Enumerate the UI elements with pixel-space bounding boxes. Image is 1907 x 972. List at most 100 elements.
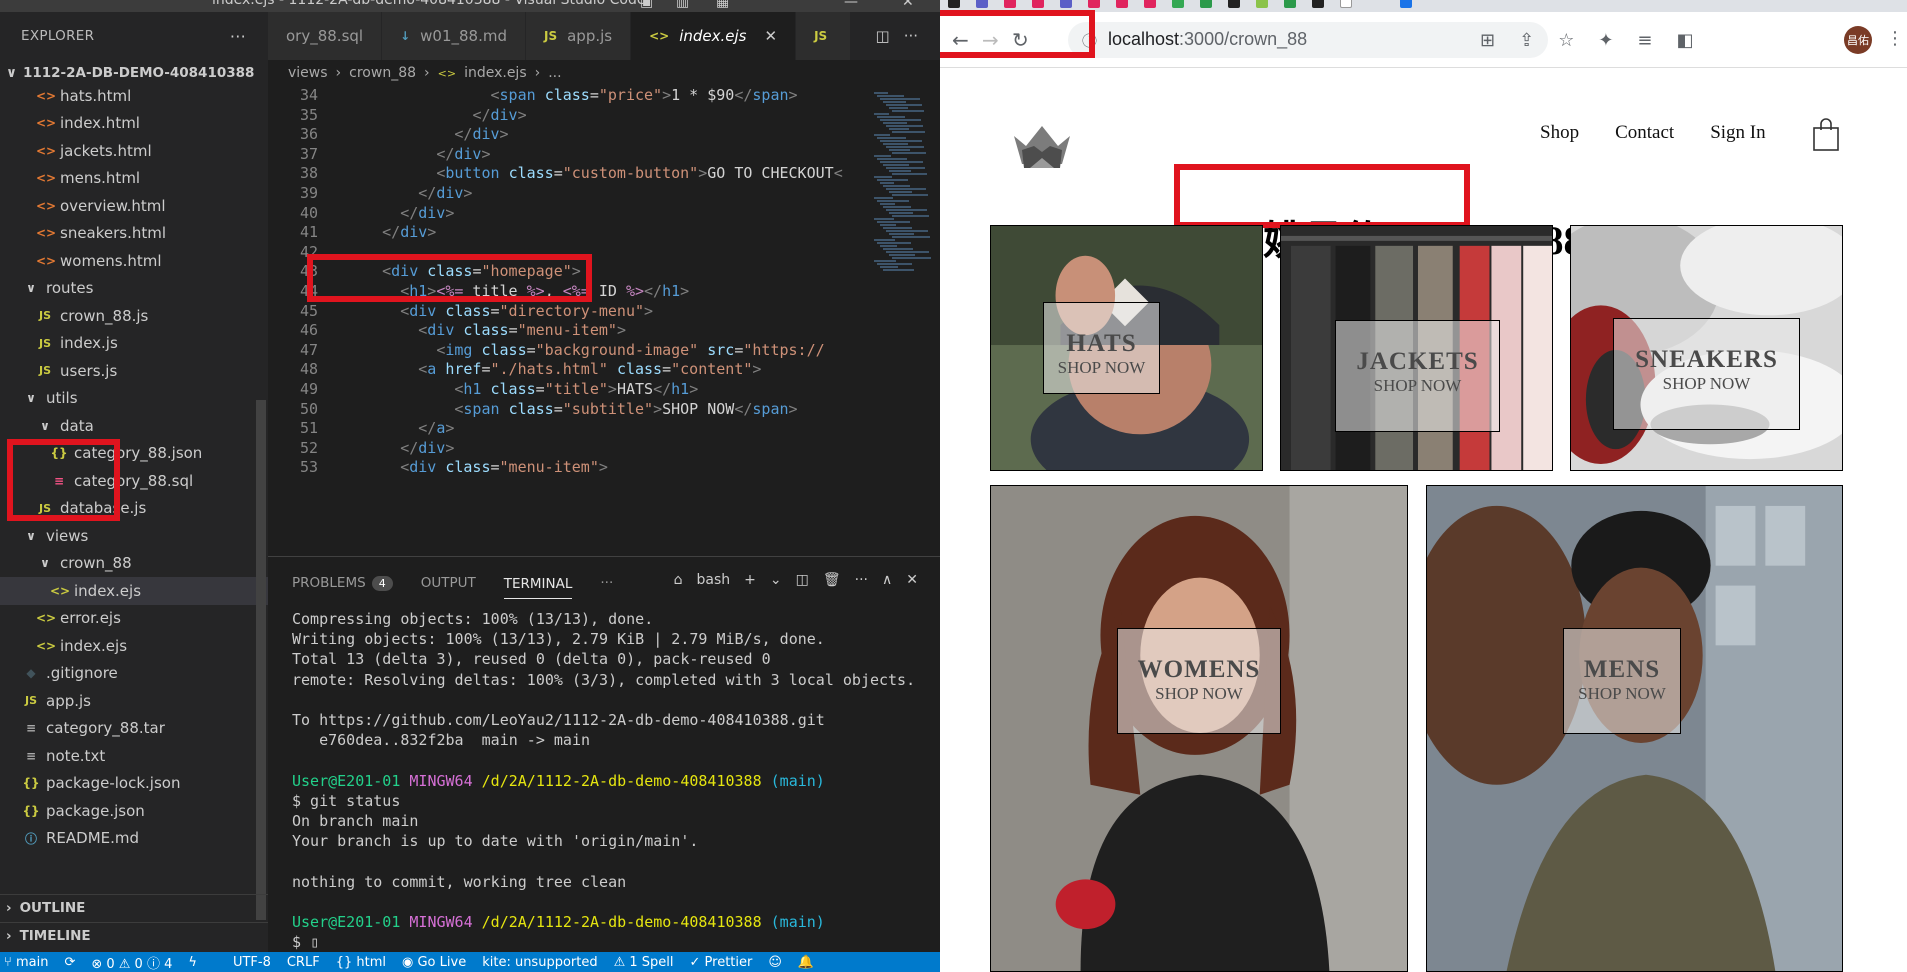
- sneakers-content[interactable]: SNEAKERS SHOP NOW: [1613, 318, 1800, 430]
- chevron-down-icon[interactable]: ⌄: [770, 572, 782, 588]
- url-text[interactable]: localhost:3000/crown_88: [1108, 29, 1307, 50]
- menu-item-hats[interactable]: HATS SHOP NOW: [990, 225, 1263, 471]
- kite-status[interactable]: kite: unsupported: [482, 955, 597, 970]
- tree-file[interactable]: ⓘ README.md: [0, 825, 268, 853]
- tree-file[interactable]: <> index.html: [0, 110, 268, 138]
- tab-favicon-w-icon[interactable]: [1200, 0, 1212, 8]
- address-bar[interactable]: ⓘ localhost:3000/crown_88: [1068, 22, 1548, 58]
- tree-file[interactable]: <> error.ejs: [0, 605, 268, 633]
- tree-file[interactable]: <> index.ejs: [0, 632, 268, 660]
- trash-icon[interactable]: 🗑: [823, 572, 841, 588]
- terminal-output[interactable]: Compressing objects: 100% (13/13), done.…: [292, 609, 932, 952]
- feedback-icon[interactable]: ☺: [768, 955, 782, 970]
- tree-file[interactable]: ◆ .gitignore: [0, 660, 268, 688]
- tab-favicon-github-icon[interactable]: [948, 0, 960, 8]
- sync-icon[interactable]: ⟳: [64, 955, 75, 970]
- close-icon[interactable]: ✕: [902, 0, 914, 10]
- breadcrumb-item[interactable]: index.ejs: [464, 65, 527, 81]
- tree-file[interactable]: <> index.ejs: [0, 577, 268, 605]
- golive-status[interactable]: ◉ Go Live: [402, 955, 466, 970]
- menu-item-mens[interactable]: MENS SHOP NOW: [1426, 485, 1843, 972]
- tree-file[interactable]: <> mens.html: [0, 165, 268, 193]
- reading-list-icon[interactable]: ≡: [1637, 30, 1652, 51]
- tab-favicon-icon[interactable]: [1400, 0, 1412, 8]
- bell-icon[interactable]: 🔔: [798, 955, 814, 970]
- tree-folder[interactable]: ∨ crown_88: [0, 550, 268, 578]
- shell-name[interactable]: bash: [697, 572, 731, 588]
- editor-tab[interactable]: <> index.ejs ✕: [631, 12, 797, 60]
- breadcrumb-item[interactable]: ...: [548, 65, 561, 81]
- nav-contact-link[interactable]: Contact: [1615, 122, 1674, 144]
- tab-favicon-icon[interactable]: [1284, 0, 1296, 8]
- spell-status[interactable]: ⚠ 1 Spell: [614, 955, 674, 970]
- problems-status[interactable]: ⊗ 0 ⚠ 0 ⓘ 4: [91, 953, 172, 972]
- share-icon[interactable]: ⇪: [1519, 30, 1534, 51]
- sidebar-scrollbar[interactable]: [256, 400, 266, 920]
- breadcrumb-item[interactable]: crown_88: [349, 65, 416, 81]
- editor-tab[interactable]: ory_88.sql: [268, 12, 383, 60]
- tab-favicon-teams-icon[interactable]: [1060, 0, 1072, 8]
- layout-icon[interactable]: ▣: [640, 0, 653, 10]
- tree-file[interactable]: <> sneakers.html: [0, 220, 268, 248]
- menu-icon[interactable]: ⋮: [1886, 28, 1904, 49]
- avatar[interactable]: 昌佑: [1844, 26, 1872, 54]
- tab-favicon-icon[interactable]: [1088, 0, 1100, 8]
- mens-content[interactable]: MENS SHOP NOW: [1563, 628, 1681, 734]
- tree-folder[interactable]: ∨ routes: [0, 275, 268, 303]
- tree-file[interactable]: JS crown_88.js: [0, 302, 268, 330]
- branch-status[interactable]: ⑂ main: [4, 955, 48, 970]
- close-tab-icon[interactable]: ✕: [765, 27, 778, 45]
- more-actions-icon[interactable]: ···: [904, 27, 918, 45]
- new-terminal-icon[interactable]: +: [744, 572, 756, 588]
- more-actions-icon[interactable]: ···: [855, 572, 868, 588]
- timeline-section[interactable]: › TIMELINE: [0, 922, 268, 949]
- tree-folder[interactable]: ∨ views: [0, 522, 268, 550]
- prettier-status[interactable]: ✓ Prettier: [690, 955, 753, 970]
- layout-split-icon[interactable]: ▦: [716, 0, 729, 10]
- minimap[interactable]: [866, 86, 940, 556]
- translate-icon[interactable]: ⊞: [1480, 30, 1495, 51]
- tree-file[interactable]: <> overview.html: [0, 192, 268, 220]
- menu-item-womens[interactable]: WOMENS SHOP NOW: [990, 485, 1408, 972]
- jackets-content[interactable]: JACKETS SHOP NOW: [1335, 320, 1500, 432]
- menu-item-jackets[interactable]: JACKETS SHOP NOW: [1280, 225, 1553, 471]
- tree-file[interactable]: <> womens.html: [0, 247, 268, 275]
- minimize-icon[interactable]: —: [844, 0, 858, 10]
- tab-favicon-icon[interactable]: [1256, 0, 1268, 8]
- tree-file[interactable]: JS index.js: [0, 330, 268, 358]
- tree-file[interactable]: <> jackets.html: [0, 137, 268, 165]
- encoding-status[interactable]: UTF-8: [233, 955, 271, 970]
- tab-favicon-icon[interactable]: [1340, 0, 1352, 8]
- editor-tab[interactable]: JS: [796, 12, 857, 60]
- eol-status[interactable]: CRLF: [287, 955, 320, 970]
- side-panel-icon[interactable]: ◧: [1677, 30, 1694, 51]
- close-panel-icon[interactable]: ✕: [906, 572, 918, 588]
- outline-section[interactable]: › OUTLINE: [0, 894, 268, 921]
- crown-logo-icon[interactable]: [1010, 122, 1074, 179]
- tree-file[interactable]: ≡ category_88.tar: [0, 715, 268, 743]
- tree-folder[interactable]: ∨ utils: [0, 385, 268, 413]
- tab-favicon-wiki-icon[interactable]: [1312, 0, 1324, 8]
- tab-terminal[interactable]: TERMINAL: [503, 576, 573, 599]
- tab-favicon-icon[interactable]: [1144, 0, 1156, 8]
- nav-signin-link[interactable]: Sign In: [1710, 122, 1765, 144]
- shopping-bag-icon[interactable]: [1812, 118, 1840, 157]
- tab-favicon-icon[interactable]: [1032, 0, 1044, 8]
- language-status[interactable]: {} html: [336, 955, 386, 970]
- bookmark-star-icon[interactable]: ☆: [1558, 30, 1574, 51]
- tab-favicon-icon[interactable]: [1116, 0, 1128, 8]
- tree-file[interactable]: {} package.json: [0, 797, 268, 825]
- tab-favicon-wiki-icon[interactable]: [1228, 0, 1240, 8]
- tab-favicon-teams-icon[interactable]: [976, 0, 988, 8]
- code-editor[interactable]: 34 35 36 37 38 39 40 41 42 43 44 45 46 47 48 49 50 51 52 53…: [268, 86, 872, 556]
- extensions-icon[interactable]: ✦: [1598, 30, 1613, 51]
- tree-folder[interactable]: ∨ data: [0, 412, 268, 440]
- hats-content[interactable]: HATS SHOP NOW: [1043, 302, 1160, 394]
- split-editor-icon[interactable]: ◫: [876, 27, 890, 45]
- menu-item-sneakers[interactable]: SNEAKERS SHOP NOW: [1570, 225, 1843, 471]
- maximize-panel-icon[interactable]: ∧: [882, 572, 892, 588]
- lightning-icon[interactable]: ϟ: [188, 955, 197, 970]
- nav-shop-link[interactable]: Shop: [1540, 122, 1579, 144]
- tree-file[interactable]: {} package-lock.json: [0, 770, 268, 798]
- tab-output[interactable]: OUTPUT: [421, 575, 476, 591]
